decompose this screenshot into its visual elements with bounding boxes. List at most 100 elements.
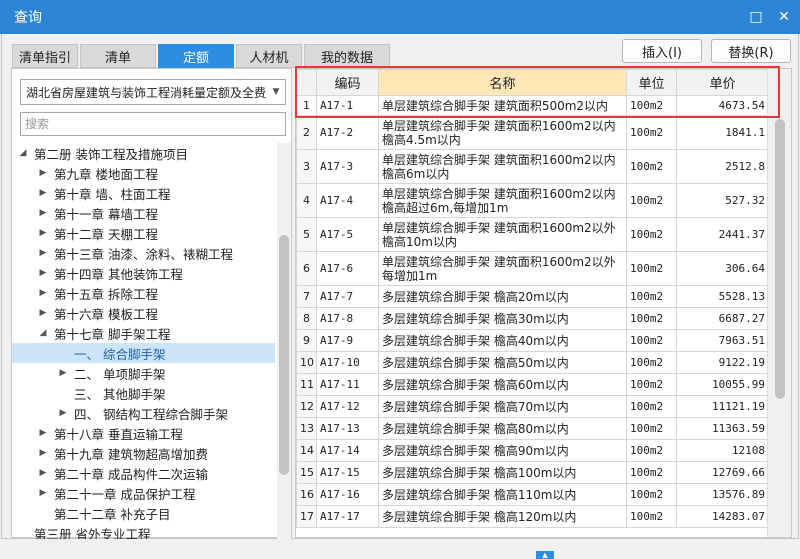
- table-row[interactable]: 7 A17-7 多层建筑综合脚手架 檐高20m以内 100m2 5528.13: [296, 285, 769, 308]
- table-row[interactable]: 5 A17-5 单层建筑综合脚手架 建筑面积1600m2以外 檐高10m以内 100m…: [296, 217, 769, 252]
- tree-item[interactable]: ▶ 第二十章 成品构件二次运输: [12, 463, 275, 483]
- table-row[interactable]: 1 A17-1 单层建筑综合脚手架 建筑面积500m2以内 100m2 4673.54: [296, 95, 769, 116]
- header-code[interactable]: 编码: [316, 69, 379, 96]
- collapsed-arrow-icon[interactable]: ▶: [56, 368, 70, 378]
- expanded-arrow-icon[interactable]: ◢: [16, 148, 30, 158]
- tree-item[interactable]: ▶ 第十章 墙、柱面工程: [12, 183, 275, 203]
- collapsed-arrow-icon[interactable]: ▶: [36, 428, 50, 438]
- quota-table: 编码 名称 单位 单价 1 A17-1 单层建筑综合脚手架 建筑面积500m2以内 1…: [296, 69, 769, 528]
- tree-scrollbar[interactable]: [277, 143, 291, 539]
- table-row[interactable]: 11 A17-11 多层建筑综合脚手架 檐高60m以内 100m2 10055.99: [296, 373, 769, 396]
- collapsed-arrow-icon[interactable]: ▶: [36, 228, 50, 238]
- tree-item-label: 第十一章 幕墙工程: [54, 206, 158, 222]
- tree-item[interactable]: ▶ 第九章 楼地面工程: [12, 163, 275, 183]
- tree-item[interactable]: 第二十二章 补充子目: [12, 503, 275, 523]
- tree-item-label: 第二册 装饰工程及措施项目: [34, 146, 188, 162]
- collapsed-arrow-icon[interactable]: ▶: [36, 468, 50, 478]
- row-index: 3: [296, 149, 317, 184]
- cell-unit: 100m2: [626, 95, 677, 116]
- table-row[interactable]: 8 A17-8 多层建筑综合脚手架 檐高30m以内 100m2 6687.27: [296, 307, 769, 330]
- quota-library-select[interactable]: 湖北省房屋建筑与装饰工程消耗量定额及全费用 ▼: [20, 79, 286, 105]
- tree-item-label: 第十六章 模板工程: [54, 306, 158, 322]
- cell-price: 13576.89: [676, 483, 769, 506]
- cell-unit: 100m2: [626, 183, 677, 218]
- collapsed-arrow-icon[interactable]: ▶: [36, 268, 50, 278]
- maximize-icon[interactable]: □: [744, 5, 768, 29]
- tree-item[interactable]: ▶ 第十四章 其他装饰工程: [12, 263, 275, 283]
- table-row[interactable]: 17 A17-17 多层建筑综合脚手架 檐高120m以内 100m2 14283.07: [296, 505, 769, 528]
- table-scrollbar[interactable]: [767, 69, 791, 537]
- tree-item-label: 第三册 省外专业工程: [34, 526, 151, 540]
- header-unit[interactable]: 单位: [626, 69, 677, 96]
- tree-item[interactable]: 三、 其他脚手架: [12, 383, 275, 403]
- collapsed-arrow-icon[interactable]: ▶: [36, 308, 50, 318]
- cell-price: 2512.8: [676, 149, 769, 184]
- table-row[interactable]: 16 A17-16 多层建筑综合脚手架 檐高110m以内 100m2 13576.89: [296, 483, 769, 506]
- row-index: 7: [296, 285, 317, 308]
- table-row[interactable]: 4 A17-4 单层建筑综合脚手架 建筑面积1600m2以内 檐高超过6m,每增加1…: [296, 183, 769, 218]
- chevron-up-icon[interactable]: ▲: [536, 551, 554, 559]
- tree-item[interactable]: ▶ 第十五章 拆除工程: [12, 283, 275, 303]
- tree-item[interactable]: ▶ 第十六章 模板工程: [12, 303, 275, 323]
- tree-item[interactable]: ▶ 第十三章 油漆、涂料、裱糊工程: [12, 243, 275, 263]
- tree-item[interactable]: ▶ 二、 单项脚手架: [12, 363, 275, 383]
- cell-price: 306.64: [676, 251, 769, 286]
- tab-my-data[interactable]: 我的数据: [304, 44, 390, 68]
- tree-item-label: 第十三章 油漆、涂料、裱糊工程: [54, 246, 233, 262]
- tab-quota[interactable]: 定额: [158, 44, 234, 68]
- tree-item[interactable]: ◢ 第十七章 脚手架工程: [12, 323, 275, 343]
- tab-bill-guide[interactable]: 清单指引: [12, 44, 78, 68]
- expanded-arrow-icon[interactable]: ◢: [36, 328, 50, 338]
- table-row[interactable]: 2 A17-2 单层建筑综合脚手架 建筑面积1600m2以内 檐高4.5m以内 100…: [296, 115, 769, 150]
- collapsed-arrow-icon[interactable]: ▶: [36, 208, 50, 218]
- row-index: 12: [296, 395, 317, 418]
- tree-item[interactable]: ▶ 四、 钢结构工程综合脚手架: [12, 403, 275, 423]
- table-row[interactable]: 10 A17-10 多层建筑综合脚手架 檐高50m以内 100m2 9122.19: [296, 351, 769, 374]
- tree-item[interactable]: 第三册 省外专业工程: [12, 523, 275, 540]
- cell-unit: 100m2: [626, 307, 677, 330]
- close-icon[interactable]: ✕: [772, 5, 796, 29]
- cell-code: A17-13: [316, 417, 379, 440]
- collapsed-arrow-icon[interactable]: ▶: [36, 488, 50, 498]
- table-row[interactable]: 14 A17-14 多层建筑综合脚手架 檐高90m以内 100m2 12108: [296, 439, 769, 462]
- cell-code: A17-7: [316, 285, 379, 308]
- cell-price: 14283.07: [676, 505, 769, 528]
- collapsed-arrow-icon[interactable]: ▶: [36, 448, 50, 458]
- tree-item[interactable]: ▶ 第二十一章 成品保护工程: [12, 483, 275, 503]
- cell-unit: 100m2: [626, 115, 677, 150]
- cell-name: 单层建筑综合脚手架 建筑面积1600m2以内 檐高超过6m,每增加1m: [378, 183, 627, 218]
- cell-price: 11121.19: [676, 395, 769, 418]
- table-row[interactable]: 12 A17-12 多层建筑综合脚手架 檐高70m以内 100m2 11121.19: [296, 395, 769, 418]
- tree-item-label: 第十四章 其他装饰工程: [54, 266, 183, 282]
- cell-unit: 100m2: [626, 329, 677, 352]
- collapsed-arrow-icon[interactable]: ▶: [36, 248, 50, 258]
- replace-button[interactable]: 替换(R): [711, 39, 791, 63]
- tab-labor-material-machine[interactable]: 人材机: [236, 44, 302, 68]
- collapsed-arrow-icon[interactable]: ▶: [56, 408, 70, 418]
- table-row[interactable]: 3 A17-3 单层建筑综合脚手架 建筑面积1600m2以内 檐高6m以内 100m2…: [296, 149, 769, 184]
- tree-scrollbar-thumb[interactable]: [279, 235, 289, 475]
- tree-item[interactable]: ▶ 第十九章 建筑物超高增加费: [12, 443, 275, 463]
- table-scrollbar-thumb[interactable]: [775, 119, 785, 399]
- table-row[interactable]: 15 A17-15 多层建筑综合脚手架 檐高100m以内 100m2 12769.66: [296, 461, 769, 484]
- tree-item[interactable]: ▶ 第十二章 天棚工程: [12, 223, 275, 243]
- header-name[interactable]: 名称: [378, 69, 627, 96]
- cell-name: 多层建筑综合脚手架 檐高90m以内: [378, 439, 627, 462]
- insert-button[interactable]: 插入(I): [622, 39, 702, 63]
- table-row[interactable]: 9 A17-9 多层建筑综合脚手架 檐高40m以内 100m2 7963.51: [296, 329, 769, 352]
- table-row[interactable]: 6 A17-6 单层建筑综合脚手架 建筑面积1600m2以外 每增加1m 100m2 3…: [296, 251, 769, 286]
- cell-code: A17-12: [316, 395, 379, 418]
- chevron-down-icon[interactable]: ▼: [267, 80, 285, 104]
- tree-item[interactable]: ▶ 第十一章 幕墙工程: [12, 203, 275, 223]
- tree-item-label: 第二十章 成品构件二次运输: [54, 466, 208, 482]
- collapsed-arrow-icon[interactable]: ▶: [36, 288, 50, 298]
- tree-item[interactable]: ▶ 第十八章 垂直运输工程: [12, 423, 275, 443]
- table-row[interactable]: 13 A17-13 多层建筑综合脚手架 檐高80m以内 100m2 11363.59: [296, 417, 769, 440]
- tree-item[interactable]: 一、 综合脚手架: [12, 343, 275, 363]
- tree-item[interactable]: ◢ 第二册 装饰工程及措施项目: [12, 143, 275, 163]
- search-input[interactable]: [20, 112, 286, 136]
- tab-bill[interactable]: 清单: [80, 44, 156, 68]
- collapsed-arrow-icon[interactable]: ▶: [36, 168, 50, 178]
- header-price[interactable]: 单价: [676, 69, 769, 96]
- collapsed-arrow-icon[interactable]: ▶: [36, 188, 50, 198]
